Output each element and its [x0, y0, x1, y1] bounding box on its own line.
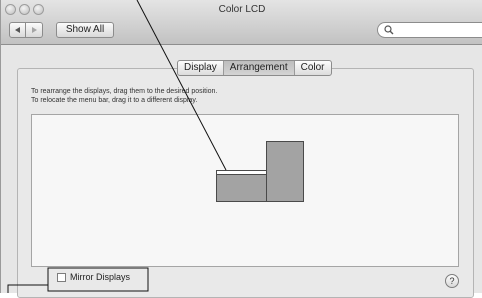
menu-bar-indicator[interactable] — [217, 171, 266, 175]
instruction-menu-bar: To relocate the menu bar, drag it to a d… — [31, 97, 198, 104]
show-all-button[interactable]: Show All — [56, 22, 114, 38]
window-title: Color LCD — [218, 4, 266, 15]
tab-color[interactable]: Color — [295, 61, 331, 75]
search-field[interactable] — [377, 22, 482, 38]
mirror-displays-option[interactable]: Mirror Displays — [57, 272, 130, 282]
back-arrow-icon — [15, 27, 20, 33]
mirror-displays-checkbox[interactable] — [57, 272, 66, 282]
search-icon — [384, 25, 394, 35]
tab-bar: Display Arrangement Color — [177, 60, 332, 76]
forward-button[interactable] — [26, 22, 43, 38]
tab-arrangement[interactable]: Arrangement — [223, 61, 295, 75]
forward-arrow-icon — [32, 27, 37, 33]
mirror-displays-label: Mirror Displays — [70, 272, 131, 282]
secondary-display[interactable] — [266, 141, 304, 202]
back-button[interactable] — [9, 22, 26, 38]
instruction-rearrange: To rearrange the displays, drag them to … — [31, 88, 218, 95]
help-button[interactable]: ? — [445, 274, 459, 288]
preferences-window: Color LCD Show All Display Arrangement C… — [0, 0, 482, 298]
tab-display[interactable]: Display — [178, 61, 224, 75]
display-arrangement-area — [31, 114, 459, 267]
title-bar: Color LCD Show All — [1, 0, 482, 45]
primary-display[interactable] — [216, 170, 267, 202]
